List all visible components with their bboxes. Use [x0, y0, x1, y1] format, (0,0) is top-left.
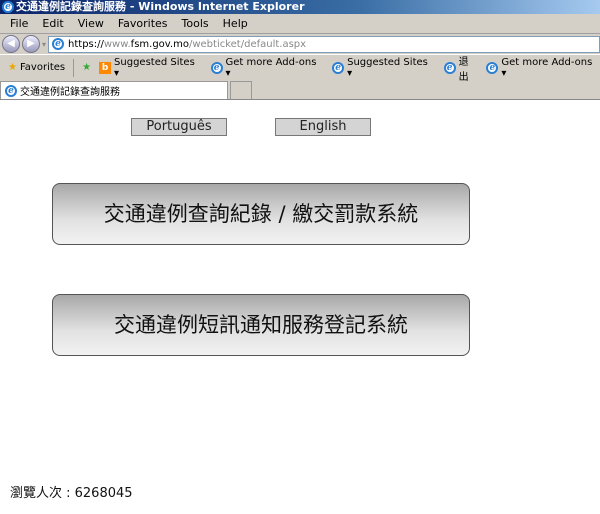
back-button[interactable]: ◀: [2, 35, 20, 53]
menu-view[interactable]: View: [78, 17, 104, 30]
add-favorite-icon[interactable]: ★: [82, 62, 91, 73]
fav-exit[interactable]: e 退出: [443, 53, 479, 83]
ie-icon: e: [332, 61, 345, 74]
fav-get-addons-2[interactable]: e Get more Add-ons ▾: [486, 57, 600, 79]
tab-title: 交通違例記錄查詢服務: [20, 87, 120, 98]
fav-label: Suggested Sites ▾: [114, 56, 195, 79]
menu-favorites[interactable]: Favorites: [118, 17, 168, 30]
favorites-label: Favorites: [19, 62, 66, 73]
fav-suggested-sites[interactable]: b Suggested Sites ▾: [99, 57, 202, 79]
ie-icon: e: [2, 1, 14, 13]
star-icon: ★: [8, 62, 17, 73]
fav-label: Get more Add-ons ▾: [225, 56, 317, 79]
ie-icon: e: [5, 84, 17, 97]
favorites-bar: ★ Favorites ★ b Suggested Sites ▾ e Get mor…: [0, 53, 600, 83]
fav-suggested-sites-2[interactable]: e Suggested Sites ▾: [332, 57, 435, 79]
fav-label: 退出: [458, 56, 469, 83]
tab-active[interactable]: e 交通違例記錄查詢服務: [0, 81, 228, 99]
address-bar: ◀ ▶ ▾ e https://www.fsm.gov.mo/webticket/…: [0, 34, 600, 54]
ie-icon: e: [210, 61, 223, 74]
menu-bar: File Edit View Favorites Tools Help: [0, 14, 600, 34]
bing-icon: b: [99, 61, 112, 74]
ie-icon: e: [443, 61, 456, 74]
fav-label: Get more Add-ons ▾: [501, 56, 593, 79]
history-dropdown-icon[interactable]: ▾: [42, 40, 46, 49]
new-tab-button[interactable]: [230, 81, 252, 99]
menu-tools[interactable]: Tools: [182, 17, 209, 30]
ie-page-icon: e: [52, 38, 65, 50]
menu-edit[interactable]: Edit: [42, 17, 63, 30]
forward-button[interactable]: ▶: [22, 35, 40, 53]
query-fines-button[interactable]: 交通違例查詢紀錄 / 繳交罰款系統: [52, 183, 470, 245]
fav-label: Suggested Sites ▾: [347, 56, 428, 79]
tab-bar: e 交通違例記錄查詢服務: [0, 80, 600, 100]
title-bar: e 交通違例記錄查詢服務 - Windows Internet Explorer: [0, 0, 600, 14]
ie-icon: e: [486, 61, 499, 74]
visitor-counter: 瀏覽人次 : 6268045: [10, 486, 133, 501]
menu-file[interactable]: File: [10, 17, 28, 30]
favorites-button[interactable]: ★ Favorites: [8, 62, 65, 73]
english-button[interactable]: English: [275, 118, 371, 136]
divider: [73, 58, 75, 77]
menu-help[interactable]: Help: [223, 17, 248, 30]
portuguese-button[interactable]: Português: [131, 118, 227, 136]
window-title: 交通違例記錄查詢服務 - Windows Internet Explorer: [16, 0, 305, 13]
url-input[interactable]: e https://www.fsm.gov.mo/webticket/defaul…: [48, 35, 600, 53]
fav-get-addons[interactable]: e Get more Add-ons ▾: [210, 56, 325, 79]
url-path: /webticket/default.aspx: [188, 38, 307, 50]
url-scheme: https://: [68, 38, 104, 50]
sms-registration-button[interactable]: 交通違例短訊通知服務登記系統: [52, 294, 470, 356]
